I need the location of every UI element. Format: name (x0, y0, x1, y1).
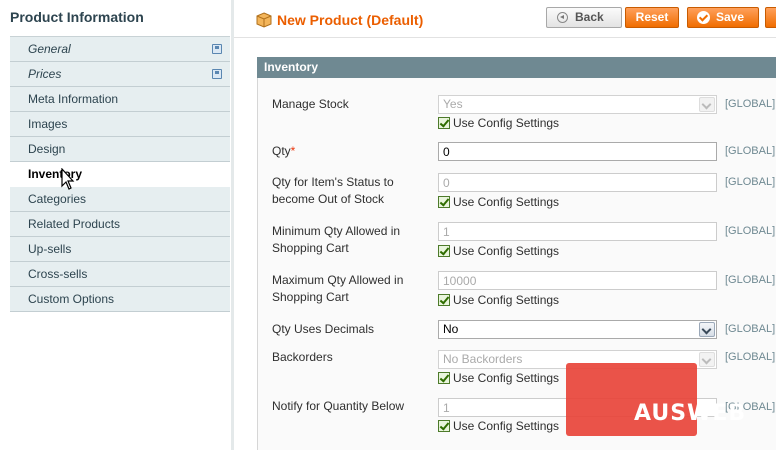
tab-general[interactable]: General (10, 37, 230, 62)
field-label: Qty for Item's Status to become Out of S… (272, 175, 394, 206)
use-config-checkbox[interactable]: Use Config Settings (438, 293, 559, 307)
save-and-continue-button[interactable] (765, 7, 776, 28)
reset-label: Reset (635, 10, 669, 24)
field-label: Qty* (272, 143, 422, 160)
checkbox-checked-icon (438, 117, 450, 129)
use-config-checkbox[interactable]: Use Config Settings (438, 419, 559, 433)
back-label: Back (575, 10, 604, 24)
changed-icon (212, 69, 222, 79)
save-label: Save (716, 10, 745, 24)
checkbox-checked-icon (438, 372, 450, 384)
tab-meta-information[interactable]: Meta Information (10, 87, 230, 112)
checkbox-label: Use Config Settings (453, 195, 560, 209)
scope-label: [GLOBAL] (725, 145, 776, 157)
tab-label: Cross-sells (28, 267, 88, 281)
chevron-down-icon (699, 352, 715, 367)
tab-design[interactable]: Design (10, 137, 230, 162)
use-config-checkbox[interactable]: Use Config Settings (438, 116, 559, 130)
field-label: Manage Stock (272, 97, 349, 111)
watermark-text: AUSWEB (634, 401, 747, 426)
scope-label: [GLOBAL] (725, 176, 776, 188)
tab-cross-sells[interactable]: Cross-sells (10, 262, 230, 287)
tab-related-products[interactable]: Related Products (10, 212, 230, 237)
tab-label: Categories (28, 192, 87, 206)
use-config-checkbox[interactable]: Use Config Settings (438, 371, 559, 385)
column-divider (231, 0, 234, 450)
use-config-checkbox[interactable]: Use Config Settings (438, 244, 559, 258)
tab-inventory[interactable]: Inventory (10, 162, 230, 187)
scope-label: [GLOBAL] (725, 323, 776, 335)
tab-label: Related Products (28, 217, 121, 231)
back-button[interactable]: Back (546, 7, 622, 28)
scope-label: [GLOBAL] (725, 98, 776, 110)
use-config-checkbox[interactable]: Use Config Settings (438, 195, 559, 209)
product-box-icon (256, 12, 272, 28)
max-qty-input[interactable] (438, 271, 717, 290)
tab-custom-options[interactable]: Custom Options (10, 287, 230, 312)
tab-label: Meta Information (28, 92, 119, 106)
reset-button[interactable]: Reset (625, 7, 679, 28)
tab-images[interactable]: Images (10, 112, 230, 137)
checkbox-label: Use Config Settings (453, 293, 560, 307)
tab-label: Prices (28, 67, 62, 81)
tab-label: Images (28, 117, 68, 131)
inventory-fieldset: Manage Stock Yes [GLOBAL] Use Config Set… (257, 78, 776, 450)
checkbox-checked-icon (438, 245, 450, 257)
product-info-sidebar: Product Information General Prices Meta … (0, 0, 232, 450)
qty-decimals-select[interactable]: No (438, 320, 717, 339)
field-label: Backorders (272, 350, 333, 364)
field-label: Minimum Qty Allowed in Shopping Cart (272, 224, 401, 255)
section-header: Inventory (257, 57, 776, 78)
scope-label: [GLOBAL] (725, 351, 776, 363)
label-text: Qty (272, 144, 291, 158)
out-of-stock-qty-input[interactable] (438, 173, 717, 192)
checkbox-label: Use Config Settings (453, 116, 560, 130)
select-value: No (443, 322, 459, 336)
sidebar-title: Product Information (10, 9, 144, 25)
tab-up-sells[interactable]: Up-sells (10, 237, 230, 262)
field-label: Maximum Qty Allowed in Shopping Cart (272, 273, 404, 304)
checkbox-label: Use Config Settings (453, 371, 560, 385)
tab-prices[interactable]: Prices (10, 62, 230, 87)
field-label: Notify for Quantity Below (272, 399, 405, 413)
select-value: No Backorders (443, 352, 523, 366)
tab-label: Custom Options (28, 292, 115, 306)
checkbox-checked-icon (438, 196, 450, 208)
checkmark-icon (697, 11, 710, 24)
manage-stock-select[interactable]: Yes (438, 95, 717, 114)
tab-label: General (28, 42, 71, 56)
checkbox-label: Use Config Settings (453, 244, 560, 258)
chevron-down-icon (699, 97, 715, 112)
tab-categories[interactable]: Categories (10, 187, 230, 212)
checkbox-label: Use Config Settings (453, 419, 560, 433)
page-title: New Product (Default) (277, 12, 424, 28)
product-tabs: General Prices Meta Information Images D… (10, 36, 230, 312)
field-label: Qty Uses Decimals (272, 322, 375, 336)
chevron-down-icon (699, 322, 715, 337)
checkbox-checked-icon (438, 294, 450, 306)
changed-icon (212, 44, 222, 54)
scope-label: [GLOBAL] (725, 225, 776, 237)
tab-label: Design (28, 142, 66, 156)
mouse-cursor-icon (61, 168, 75, 190)
checkbox-checked-icon (438, 420, 450, 432)
qty-input[interactable] (438, 142, 717, 161)
save-button[interactable]: Save (687, 7, 759, 28)
select-value: Yes (443, 97, 463, 111)
tab-label: Up-sells (28, 242, 72, 256)
required-mark: * (290, 144, 296, 158)
back-arrow-icon (557, 12, 568, 23)
page-header: New Product (Default) Back Reset Save (234, 0, 776, 38)
scope-label: [GLOBAL] (725, 274, 776, 286)
min-qty-input[interactable] (438, 222, 717, 241)
